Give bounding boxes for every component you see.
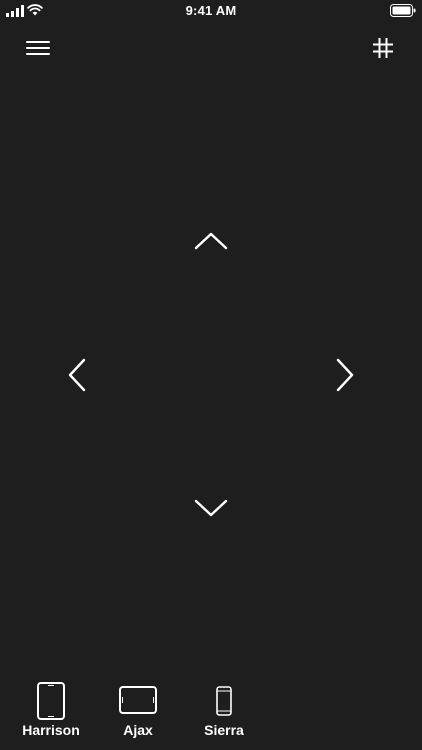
chevron-left-icon [68, 358, 86, 392]
hash-keypad-icon [373, 38, 393, 58]
hamburger-menu-icon [26, 41, 50, 55]
chevron-down-icon [194, 499, 228, 517]
status-time: 9:41 AM [185, 3, 237, 18]
dpad-down-button[interactable] [189, 486, 233, 530]
device-label: Harrison [22, 722, 80, 738]
keypad-button[interactable] [368, 34, 398, 62]
chevron-up-icon [194, 232, 228, 250]
phone-icon [216, 686, 232, 716]
battery-icon [390, 4, 416, 17]
chevron-right-icon [336, 358, 354, 392]
device-selector-bar: Harrison Ajax Sierra [0, 676, 422, 750]
device-label: Sierra [204, 722, 244, 738]
dpad-right-button[interactable] [323, 353, 367, 397]
device-label: Ajax [123, 722, 153, 738]
dpad-left-button[interactable] [55, 353, 99, 397]
dpad-up-button[interactable] [189, 219, 233, 263]
device-harrison[interactable]: Harrison [6, 676, 96, 746]
device-ajax[interactable]: Ajax [93, 676, 183, 746]
menu-button[interactable] [23, 34, 53, 62]
tablet-landscape-icon [119, 686, 157, 714]
tablet-portrait-icon [37, 682, 65, 720]
device-sierra[interactable]: Sierra [179, 676, 269, 746]
status-bar: 9:41 AM [0, 0, 422, 22]
